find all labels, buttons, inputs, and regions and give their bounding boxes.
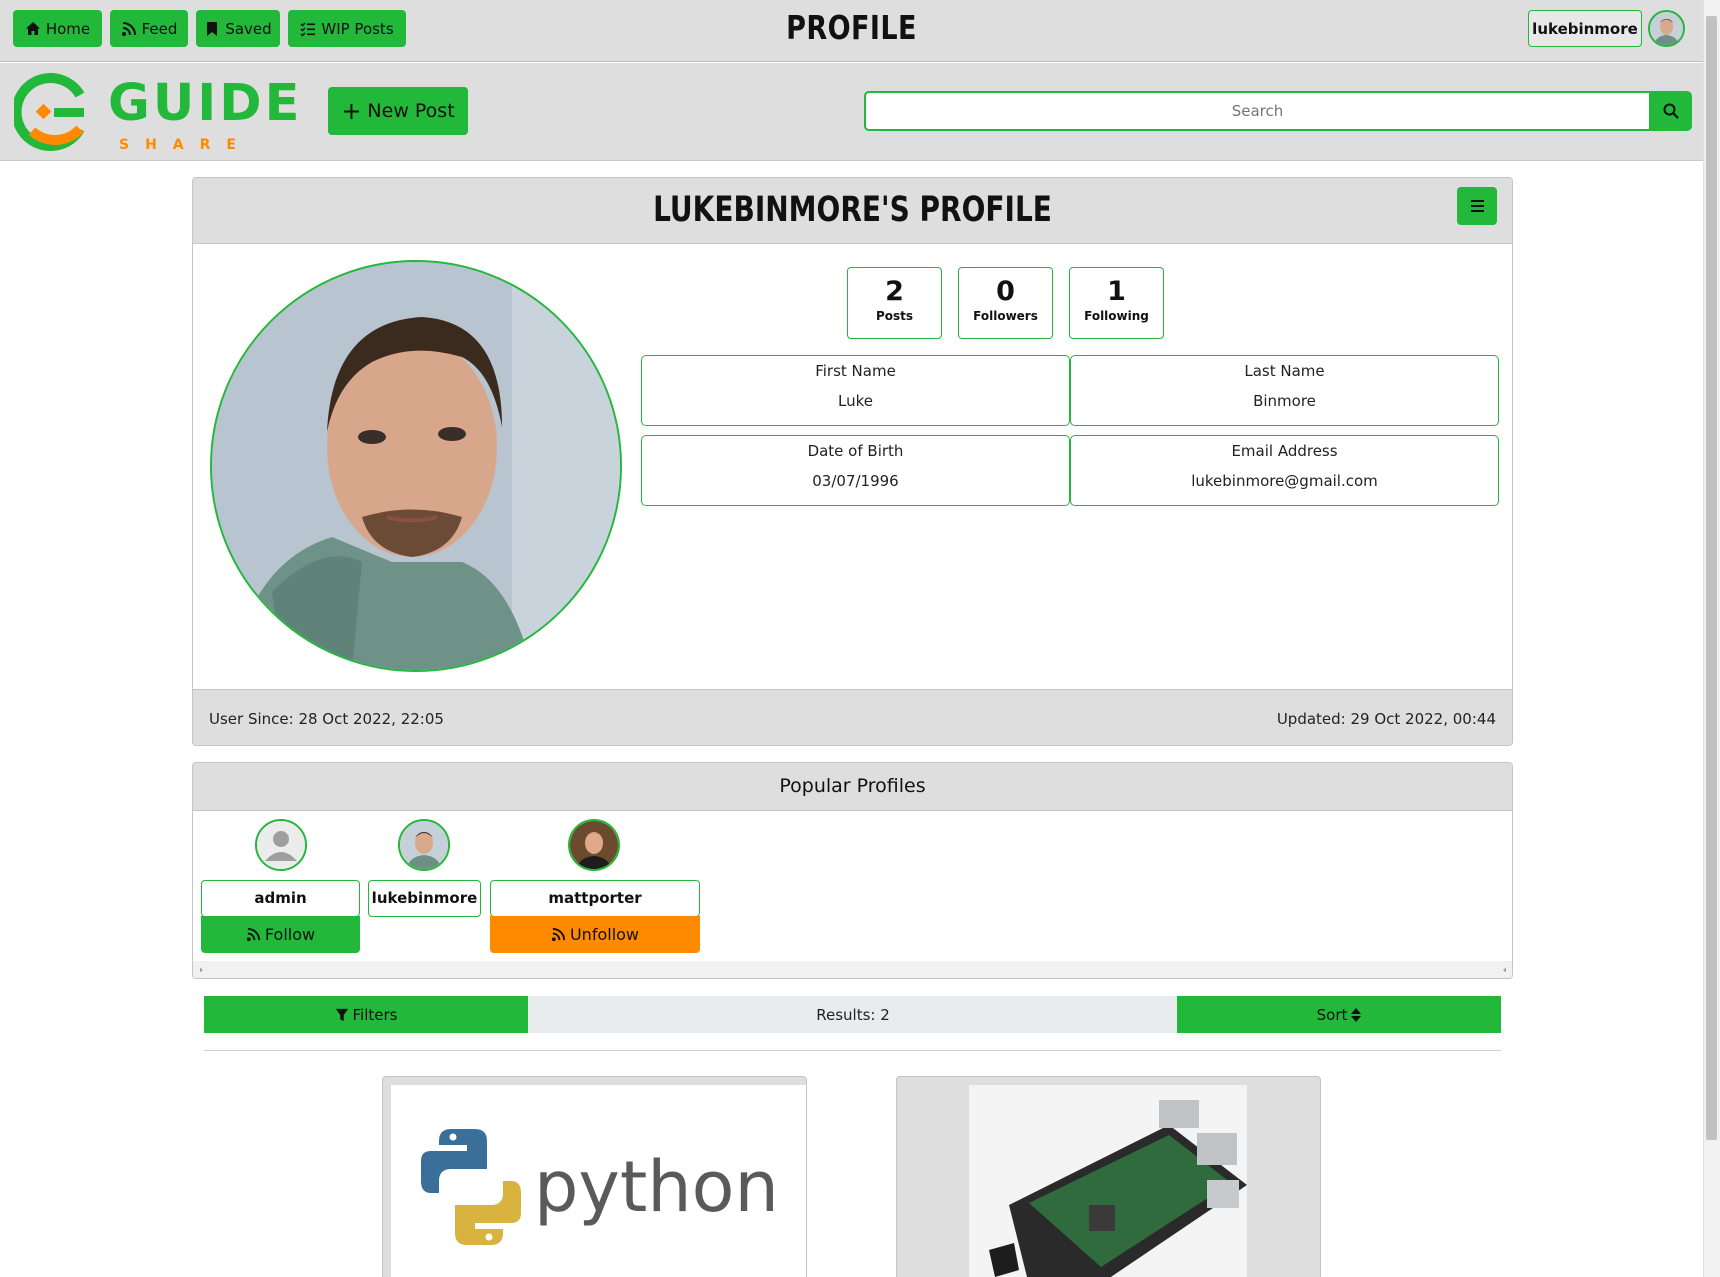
email-label: Email Address <box>1231 442 1338 460</box>
first-name-value: Luke <box>838 392 873 410</box>
following-count: 1 <box>1107 276 1126 307</box>
popular-profiles-title: Popular Profiles <box>193 763 1512 811</box>
top-navbar: Home Feed Saved WIP Posts PROFILE lukebi… <box>0 0 1703 62</box>
horizontal-scrollbar[interactable] <box>193 961 1512 978</box>
logo-sub: SHARE <box>119 137 252 151</box>
filters-button[interactable]: Filters <box>204 996 528 1033</box>
followers-label: Followers <box>973 309 1038 323</box>
filter-bar: Filters Results: 2 Sort <box>204 996 1501 1033</box>
email-field: Email Address lukebinmore@gmail.com <box>1070 435 1499 506</box>
lukebinmore-avatar[interactable] <box>398 819 450 871</box>
last-name-label: Last Name <box>1244 362 1325 380</box>
lukebinmore-name[interactable]: lukebinmore <box>368 880 481 917</box>
logo-word: GUIDE <box>108 74 302 133</box>
last-name-field: Last Name Binmore <box>1070 355 1499 426</box>
unfollow-mattporter-button[interactable]: Unfollow <box>490 916 700 953</box>
following-stat[interactable]: 1 Following <box>1069 267 1164 339</box>
plus-icon: + <box>341 97 362 125</box>
profile-menu-button[interactable] <box>1457 187 1497 225</box>
user-menu-button[interactable]: lukebinmore <box>1528 10 1642 47</box>
admin-avatar[interactable] <box>255 819 307 871</box>
posts-label: Posts <box>875 309 914 323</box>
posts-stat[interactable]: 2 Posts <box>847 267 942 339</box>
sort-button[interactable]: Sort <box>1177 996 1501 1033</box>
popular-profiles-card: Popular Profiles admin Follow lukebinmor… <box>192 762 1513 979</box>
lukebinmore-photo <box>400 821 448 869</box>
post-card[interactable] <box>896 1076 1321 1277</box>
first-name-field: First Name Luke <box>641 355 1070 426</box>
profile-picture <box>210 260 622 672</box>
search-button[interactable] <box>1649 91 1692 131</box>
python-post-image: python <box>391 1085 806 1277</box>
user-avatar-image <box>1650 12 1683 45</box>
mattporter-name[interactable]: mattporter <box>490 880 700 917</box>
header-toolbar: GUIDE SHARE + New Post <box>0 63 1703 161</box>
filters-label: Filters <box>352 1005 398 1024</box>
search-icon <box>1663 103 1679 119</box>
new-post-button[interactable]: + New Post <box>328 87 468 135</box>
rss-icon <box>551 927 566 942</box>
date-of-birth-field: Date of Birth 03/07/1996 <box>641 435 1070 506</box>
user-avatar[interactable] <box>1648 10 1685 47</box>
mattporter-photo <box>570 821 618 869</box>
date-of-birth-label: Date of Birth <box>807 442 904 460</box>
profile-photo <box>212 262 620 670</box>
python-logo: python <box>391 1085 799 1277</box>
unfollow-label: Unfollow <box>569 925 640 944</box>
posts-count: 2 <box>885 276 904 307</box>
scroll-arrows <box>200 967 1506 973</box>
updated-date: Updated: 29 Oct 2022, 00:44 <box>1276 710 1496 728</box>
hamburger-icon <box>1470 200 1484 202</box>
default-user-icon <box>257 821 305 869</box>
profile-card-header: LUKEBINMORE'S PROFILE <box>193 178 1512 244</box>
sort-label: Sort <box>1316 1005 1348 1024</box>
email-value: lukebinmore@gmail.com <box>1191 472 1378 490</box>
page-scrollbar-thumb[interactable] <box>1706 16 1717 1140</box>
home-icon <box>25 21 40 35</box>
divider <box>204 1050 1501 1051</box>
date-of-birth-value: 03/07/1996 <box>812 472 899 490</box>
followers-count: 0 <box>996 276 1015 307</box>
page-title: PROFILE <box>786 8 917 47</box>
first-name-label: First Name <box>815 362 896 380</box>
post-card[interactable]: python <box>382 1076 807 1277</box>
admin-name[interactable]: admin <box>201 880 360 917</box>
rss-icon <box>121 21 136 36</box>
home-label: Home <box>45 19 91 38</box>
profile-card-footer: User Since: 28 Oct 2022, 22:05 Updated: … <box>193 689 1512 745</box>
filter-icon <box>335 1008 348 1021</box>
follow-label: Follow <box>264 925 316 944</box>
guide-share-logo-image: GUIDE SHARE <box>11 73 302 153</box>
guide-share-logo[interactable]: GUIDE SHARE <box>11 73 304 153</box>
python-logo-text: python <box>534 1146 779 1228</box>
profile-title: LUKEBINMORE'S PROFILE <box>653 190 1052 230</box>
user-since: User Since: 28 Oct 2022, 22:05 <box>209 710 444 728</box>
search-input[interactable] <box>864 91 1651 131</box>
profile-card: LUKEBINMORE'S PROFILE 2 Posts 0 Follower… <box>192 177 1513 746</box>
raspberry-pi-photo <box>969 1085 1247 1277</box>
mattporter-avatar[interactable] <box>568 819 620 871</box>
home-button[interactable]: Home <box>13 10 102 47</box>
following-label: Following <box>1084 309 1149 323</box>
new-post-label: New Post <box>367 100 455 122</box>
raspberry-pi-post-image <box>969 1085 1247 1277</box>
rss-icon <box>246 927 260 942</box>
follow-admin-button[interactable]: Follow <box>201 916 360 953</box>
followers-stat[interactable]: 0 Followers <box>958 267 1053 339</box>
last-name-value: Binmore <box>1253 392 1316 410</box>
sort-icon <box>1351 1007 1362 1022</box>
results-count: Results: 2 <box>528 996 1178 1033</box>
